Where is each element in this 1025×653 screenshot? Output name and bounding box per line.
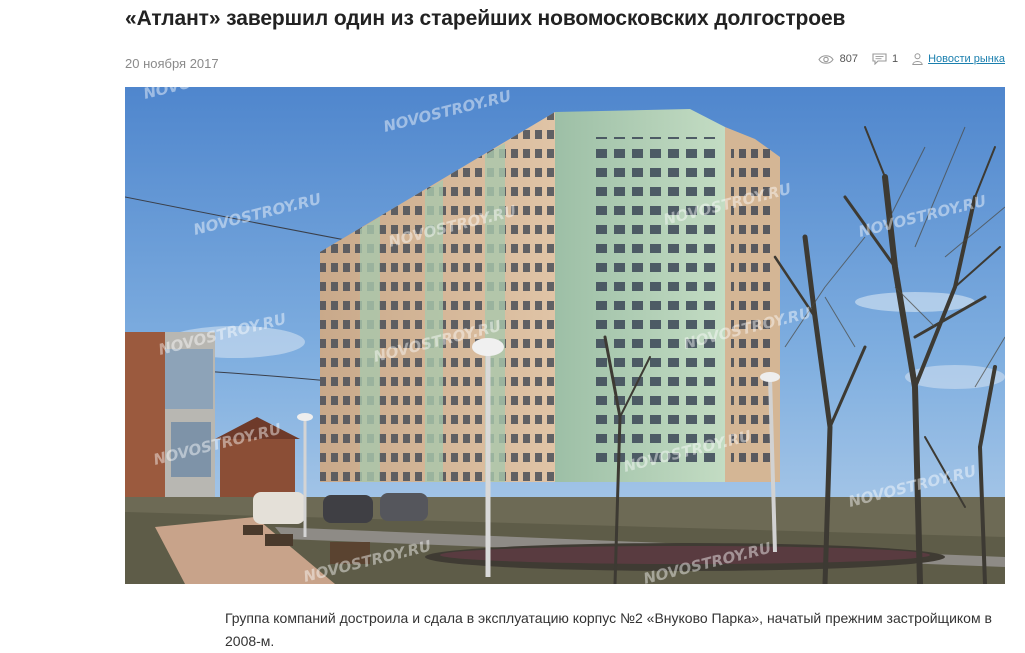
article-meta: 807 1 Новости рынка bbox=[817, 53, 1005, 65]
article-title: «Атлант» завершил один из старейших ново… bbox=[125, 7, 846, 30]
comments-group[interactable]: 1 bbox=[872, 53, 898, 65]
category-link[interactable]: Новости рынка bbox=[928, 53, 1005, 65]
article-date: 20 ноября 2017 bbox=[125, 56, 219, 71]
user-icon bbox=[912, 53, 923, 65]
photo-caption: Группа компаний достроила и сдала в эксп… bbox=[225, 610, 992, 649]
views-count: 807 bbox=[839, 53, 858, 65]
category-group[interactable]: Новости рынка bbox=[912, 53, 1005, 65]
eye-icon bbox=[817, 54, 834, 65]
comments-count: 1 bbox=[891, 53, 899, 65]
comment-icon bbox=[872, 53, 887, 65]
article-photo: NOVOSTROY.RU NOVOSTROY.RU NOVOSTROY.RU N… bbox=[125, 87, 1005, 584]
